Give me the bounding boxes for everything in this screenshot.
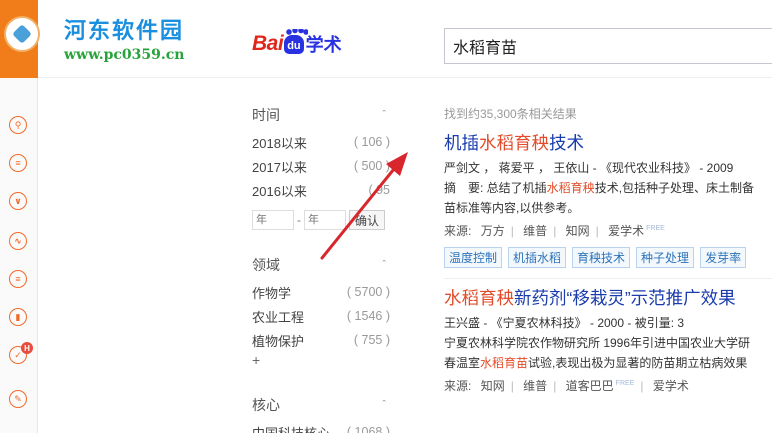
filter-time-header[interactable]: 时间 ˆ (252, 100, 392, 130)
result-divider (444, 278, 772, 279)
filter-field-item[interactable]: 作物学 ( 5700 ) (252, 280, 392, 304)
library-icon[interactable]: ≡ (9, 154, 27, 172)
result-abstract-line2: 苗标准等内容,以供参考。 (444, 201, 580, 215)
result-sources: 来源: 万方 | 维普 | 知网 | 爱学术 FREE (444, 224, 665, 238)
source-label: 来源: (444, 379, 472, 393)
logo-xueshu-text: 学术 (305, 35, 342, 55)
range-dash: - (297, 213, 301, 227)
chevron-up-icon[interactable]: ˆ (382, 109, 386, 121)
source-link[interactable]: 爱学术 (653, 379, 689, 393)
title-highlight: 水稻育秧 (479, 133, 549, 153)
site-watermark: 河东软件园 www.pc0359.cn (0, 0, 230, 72)
filter-field-item[interactable]: 农业工程 ( 1546 ) (252, 304, 392, 328)
keyword-tags: 温度控制 机插水稻 育秧技术 种子处理 发芽率 (444, 242, 772, 272)
filter-count: ( 106 ) (353, 135, 390, 149)
result-count: 找到约35,300条相关结果 (444, 107, 577, 121)
filter-time-item[interactable]: 2018以来 ( 106 ) (252, 130, 392, 154)
edit-icon[interactable]: ✎ (9, 390, 27, 408)
filter-label: 2016以来 (252, 183, 307, 199)
page-root: Bai du 学术 ⚲ ≡ ∨ ∿ ≡ ▮ ✓ H ✎ 河东软件园 www.pc… (0, 0, 772, 433)
abstract-highlight: 水稻育秧 (546, 181, 595, 195)
keyword-tag[interactable]: 机插水稻 (508, 246, 567, 268)
filter-count: ( 5700 ) (346, 285, 390, 299)
title-part: 机插 (444, 133, 479, 153)
title-part: 技术 (549, 133, 584, 153)
results-list: 找到约35,300条相关结果 机插水稻育秧技术 严剑文 ， 蒋爱平 ， 王依山 … (444, 100, 772, 395)
confirm-button[interactable]: 确认 (349, 210, 386, 230)
source-link[interactable]: 万方 (481, 224, 505, 238)
chevron-up-icon[interactable]: ˆ (382, 259, 386, 271)
logo-bai-text: Bai (252, 32, 284, 55)
filter-time-item[interactable]: 2016以来 ( 95 (252, 178, 392, 202)
source-link[interactable]: 知网 (566, 224, 590, 238)
abstract-part: 摘 要: 总结了机插 (444, 181, 547, 195)
year-range: - 确认 (252, 206, 392, 234)
source-link[interactable]: 维普 (523, 379, 547, 393)
search-input[interactable] (444, 28, 772, 64)
filter-label: 作物学 (252, 285, 292, 301)
filter-label: 2017以来 (252, 159, 307, 175)
watermark-title: 河东软件园 (64, 19, 185, 44)
logo-paw-icon: du (284, 28, 309, 54)
year-from-input[interactable] (252, 210, 294, 230)
result-sources: 来源: 知网 | 维普 | 道客巴巴 FREE | 爱学术 (444, 379, 689, 393)
filter-field-header[interactable]: 领域 ˆ (252, 250, 392, 280)
filter-field-title: 领域 (252, 257, 280, 273)
keyword-tag[interactable]: 温度控制 (444, 246, 503, 268)
filter-label: 植物保护 (252, 333, 305, 349)
chevron-up-icon[interactable]: ˆ (382, 399, 386, 411)
filter-core-item[interactable]: 中国科技核心 ( 1068 ) (252, 420, 392, 433)
source-label: 来源: (444, 224, 472, 238)
watermark-emblem-icon (4, 16, 40, 52)
filter-count: ( 1546 ) (346, 309, 390, 323)
title-part: 新药剂“移栽灵”示范推广效果 (514, 288, 736, 308)
source-link[interactable]: 知网 (481, 379, 505, 393)
filter-time-title: 时间 (252, 107, 280, 123)
rss-icon[interactable]: ∿ (9, 232, 27, 250)
watermark-url: www.pc0359.cn (64, 47, 185, 63)
abstract-part: 试验,表现出极为显著的防苗期立枯病效果 (528, 356, 748, 370)
keyword-tag[interactable]: 发芽率 (700, 246, 747, 268)
filter-time-item[interactable]: 2017以来 ( 500 ) (252, 154, 392, 178)
filter-label: 中国科技核心 (252, 425, 331, 433)
source-link[interactable]: 道客巴巴 (566, 379, 614, 393)
notification-badge: H (21, 342, 33, 354)
result-abstract-line2: 春温室水稻育苗试验,表现出极为显著的防苗期立枯病效果 (444, 353, 772, 373)
result-meta: 王兴盛 - 《宁夏农林科技》 - 2000 - 被引量: 3 (444, 316, 685, 330)
filter-core-title: 核心 (252, 397, 280, 413)
filter-count: ( 1068 ) (346, 425, 390, 433)
filter-count: ( 95 (368, 183, 390, 197)
year-to-input[interactable] (304, 210, 346, 230)
filter-more-button[interactable]: + (252, 352, 392, 374)
filter-core-header[interactable]: 核心 ˆ (252, 390, 392, 420)
result-title-link[interactable]: 机插水稻育秧技术 (444, 128, 772, 158)
abstract-highlight: 水稻育苗 (480, 356, 529, 370)
free-badge: FREE (615, 380, 635, 387)
search-icon[interactable]: ⚲ (9, 116, 27, 134)
bookmark-icon[interactable]: ▮ (9, 308, 27, 326)
filter-count: ( 500 ) (353, 159, 390, 173)
abstract-part: 技术,包括种子处理、床土制备 (594, 181, 755, 195)
filter-count: ( 755 ) (353, 333, 390, 347)
result-abstract: 摘 要: 总结了机插水稻育秧技术,包括种子处理、床土制备 (444, 178, 772, 198)
result-title-link[interactable]: 水稻育秧新药剂“移栽灵”示范推广效果 (444, 283, 772, 313)
filter-label: 农业工程 (252, 309, 305, 325)
filter-field-item[interactable]: 植物保护 ( 755 ) (252, 328, 392, 352)
filter-sidebar: 时间 ˆ 2018以来 ( 106 ) 2017以来 ( 500 ) 2016以… (252, 100, 392, 433)
baidu-scholar-logo[interactable]: Bai du 学术 (252, 24, 342, 64)
keyword-tag[interactable]: 种子处理 (636, 246, 695, 268)
result-abstract: 宁夏农林科学院农作物研究所 1996年引进中国农业大学研 (444, 336, 751, 350)
abstract-part: 春温室 (444, 356, 481, 370)
result-meta: 严剑文 ， 蒋爱平 ， 王依山 - 《现代农业科技》 - 2009 (444, 161, 734, 175)
result-item: 机插水稻育秧技术 严剑文 ， 蒋爱平 ， 王依山 - 《现代农业科技》 - 20… (444, 128, 772, 272)
result-item: 水稻育秧新药剂“移栽灵”示范推广效果 王兴盛 - 《宁夏农林科技》 - 2000… (444, 283, 772, 395)
free-badge: FREE (646, 225, 665, 232)
chevron-down-icon[interactable]: ∨ (9, 192, 27, 210)
layers-icon[interactable]: ≡ (9, 270, 27, 288)
filter-label: 2018以来 (252, 135, 307, 151)
keyword-tag[interactable]: 育秧技术 (572, 246, 631, 268)
source-link[interactable]: 维普 (523, 224, 547, 238)
title-highlight: 水稻育秧 (444, 288, 514, 308)
source-link[interactable]: 爱学术 (608, 224, 644, 238)
